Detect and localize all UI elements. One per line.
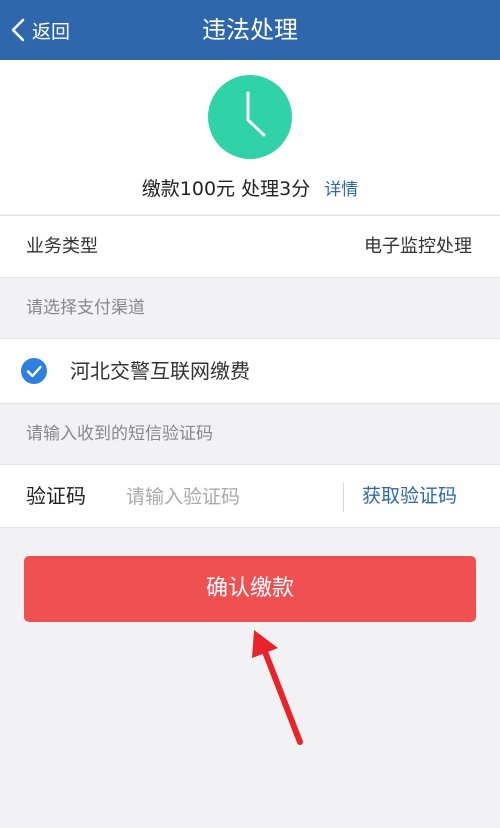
violation-summary: 缴款100元 处理3分 详情 [0, 60, 500, 214]
business-type-row: 业务类型 电子监控处理 [0, 215, 500, 277]
verification-code-label: 验证码 [26, 484, 86, 508]
fine-and-points: 缴款100元 处理3分 [141, 177, 311, 200]
payment-channel-label: 河北交警互联网缴费 [70, 359, 250, 383]
confirm-payment-button[interactable]: 确认缴款 [24, 556, 476, 622]
check-circle-icon [21, 358, 47, 384]
red-arrow-icon [252, 630, 303, 745]
payment-section-header: 请选择支付渠道 [0, 277, 500, 338]
page-title: 违法处理 [202, 16, 298, 44]
divider [343, 482, 344, 512]
payment-section-title: 请选择支付渠道 [26, 298, 145, 318]
detail-link[interactable]: 详情 [324, 175, 358, 200]
chevron-left-icon [11, 18, 25, 42]
get-code-button[interactable]: 获取验证码 [362, 465, 457, 528]
payment-channel-option[interactable]: 河北交警互联网缴费 [0, 338, 500, 403]
app-header: 返回 违法处理 [0, 0, 500, 60]
business-type-label: 业务类型 [26, 236, 98, 257]
verification-code-input[interactable] [126, 477, 331, 517]
verification-code-row: 验证码 获取验证码 [0, 464, 500, 528]
business-type-value: 电子监控处理 [364, 236, 472, 257]
back-button[interactable]: 返回 [10, 0, 70, 60]
back-label: 返回 [32, 20, 71, 43]
clock-icon [208, 75, 292, 159]
summary-line: 缴款100元 处理3分 详情 [0, 172, 500, 202]
sms-section-title: 请输入收到的短信验证码 [26, 424, 213, 444]
sms-section-header: 请输入收到的短信验证码 [0, 403, 500, 464]
